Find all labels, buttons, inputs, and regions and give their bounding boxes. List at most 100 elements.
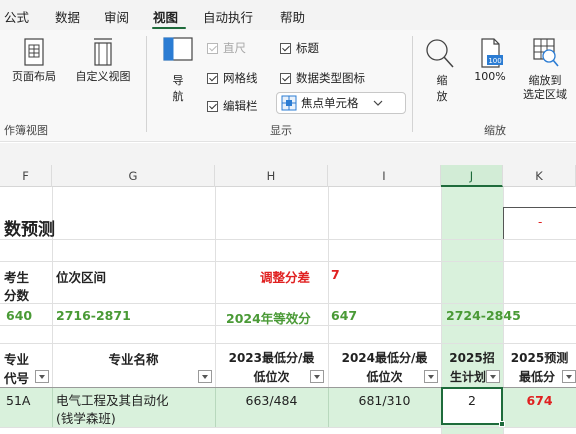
data-2025-pred: 674 xyxy=(526,393,553,408)
navigation-pane-icon xyxy=(163,37,193,61)
filter-dropdown-icon[interactable] xyxy=(35,370,49,383)
sheet-title: 数预测 xyxy=(4,220,55,240)
tab-help[interactable]: 帮助 xyxy=(280,7,305,26)
header-2025-pred-1: 2025预测 xyxy=(510,351,569,365)
focus-cell-dropdown[interactable]: 焦点单元格 xyxy=(276,92,406,114)
headings-checkbox[interactable]: 标题 xyxy=(280,40,319,56)
gridlines-check-icon xyxy=(207,72,218,84)
tab-data[interactable]: 数据 xyxy=(55,7,80,26)
data-2025-plan[interactable]: 2 xyxy=(441,393,503,408)
focus-cell-icon xyxy=(281,95,297,111)
header-2025-plan-1: 2025招 xyxy=(449,351,495,365)
navigation-label-1: 导 xyxy=(172,74,184,87)
gridlines-label: 网格线 xyxy=(223,71,258,85)
tab-automate[interactable]: 自动执行 xyxy=(203,7,253,26)
column-header-i[interactable]: I xyxy=(328,165,441,187)
show-group-label: 显示 xyxy=(270,124,292,137)
zoom-100-label: 100% xyxy=(474,70,506,83)
header-2025-pred-2: 最低分 xyxy=(518,370,555,384)
column-header-g[interactable]: G xyxy=(52,165,215,187)
zoom-to-selection-label-2: 选定区域 xyxy=(523,88,567,101)
equiv-score-label: 2024年等效分 xyxy=(226,311,311,326)
custom-view-button[interactable]: 自定义视图 xyxy=(66,36,140,84)
data-major-name-2: (钱学森班) xyxy=(56,411,116,426)
tab-formulas[interactable]: 公式 xyxy=(4,7,29,26)
formula-bar-checkbox[interactable]: 编辑栏 xyxy=(207,98,258,114)
data-2023-score: 663/484 xyxy=(245,393,298,408)
column-header-h[interactable]: H xyxy=(215,165,328,187)
workbook-views-group-label: 作簿视图 xyxy=(4,124,48,137)
exam-score-label-1: 考生 xyxy=(4,270,30,285)
j-rank-range-value: 2724-2845 xyxy=(446,308,521,323)
tab-review[interactable]: 审阅 xyxy=(104,7,129,26)
filter-dropdown-icon[interactable] xyxy=(562,370,576,383)
column-header-row: F G H I J K xyxy=(0,165,576,187)
header-major-code-2: 代号 xyxy=(4,371,30,386)
column-header-j[interactable]: J xyxy=(441,165,503,187)
zoom-100-button[interactable]: 100 100% xyxy=(468,36,512,84)
data-type-icons-checkbox[interactable]: 数据类型图标 xyxy=(280,70,365,86)
rank-range-label: 位次区间 xyxy=(56,270,107,285)
data-type-icons-check-icon xyxy=(280,72,291,84)
navigation-button[interactable] xyxy=(158,34,198,66)
magnifier-icon xyxy=(426,39,454,68)
zoom-100-icon: 100 xyxy=(481,38,503,68)
navigation-label-2: 航 xyxy=(172,90,184,103)
ruler-label: 直尺 xyxy=(223,41,246,55)
zoom-to-selection-label-1: 缩放到 xyxy=(528,74,562,87)
ribbon: 页面布局 自定义视图 作簿视图 导 航 直尺 网格线 编辑栏 标题 数据类型图标… xyxy=(0,30,576,142)
fill-handle[interactable] xyxy=(499,421,505,427)
spreadsheet-grid[interactable]: F G H I J K 数预测 - 考生 分数 位次区间 调整分差 7 640 … xyxy=(0,165,576,434)
zoom-label-1: 缩 xyxy=(436,74,448,87)
group-separator xyxy=(412,36,413,132)
adjust-value: 7 xyxy=(331,267,340,282)
tab-view[interactable]: 视图 xyxy=(153,7,178,26)
zoom-to-selection-button[interactable] xyxy=(516,36,574,70)
header-major-name: 专业名称 xyxy=(108,352,159,367)
rank-range-value: 2716-2871 xyxy=(56,308,131,323)
active-tab-indicator xyxy=(152,27,186,29)
header-major-code-1: 专业 xyxy=(4,352,30,367)
column-header-k[interactable]: K xyxy=(503,165,576,187)
column-header-f[interactable]: F xyxy=(0,165,52,187)
formula-bar-check-icon xyxy=(207,100,218,112)
gridlines-checkbox[interactable]: 网格线 xyxy=(207,70,258,86)
data-major-code: 51A xyxy=(6,393,31,408)
score-value: 640 xyxy=(6,308,33,323)
filter-dropdown-icon[interactable] xyxy=(424,370,438,383)
group-separator xyxy=(146,36,147,132)
header-2023-1: 2023最低分/最 xyxy=(228,351,315,365)
adjust-label: 调整分差 xyxy=(260,270,311,285)
gridline xyxy=(52,388,53,427)
filter-dropdown-icon[interactable] xyxy=(486,370,500,383)
equiv-score-value: 647 xyxy=(331,308,358,323)
data-2024-score: 681/310 xyxy=(358,393,411,408)
header-2024-1: 2024最低分/最 xyxy=(341,351,428,365)
headings-check-icon xyxy=(280,42,291,54)
zoom-to-selection-icon xyxy=(533,38,559,67)
svg-text:100: 100 xyxy=(488,57,501,65)
gridline xyxy=(0,261,576,262)
headings-label: 标题 xyxy=(296,41,319,55)
data-major-name-1: 电气工程及其自动化 xyxy=(56,393,169,408)
formula-bar-area xyxy=(0,143,576,165)
next-table-row xyxy=(0,428,441,434)
exam-score-label-2: 分数 xyxy=(4,288,30,303)
zoom-button[interactable] xyxy=(420,36,460,72)
formula-bar-label: 编辑栏 xyxy=(223,99,258,113)
filter-dropdown-icon[interactable] xyxy=(310,370,324,383)
ruler-check-icon xyxy=(207,42,218,54)
focus-cell-label: 焦点单元格 xyxy=(301,96,359,110)
custom-view-icon xyxy=(94,38,112,66)
data-type-icons-label: 数据类型图标 xyxy=(296,71,365,85)
gridline xyxy=(0,239,576,240)
custom-view-label: 自定义视图 xyxy=(75,70,131,83)
menu-bar: 公式 数据 审阅 视图 自动执行 帮助 xyxy=(0,0,576,30)
k-dash: - xyxy=(538,215,543,229)
ruler-checkbox[interactable]: 直尺 xyxy=(207,40,246,56)
page-layout-label: 页面布局 xyxy=(12,70,56,83)
chevron-down-icon xyxy=(373,100,382,106)
filter-dropdown-icon[interactable] xyxy=(198,370,212,383)
zoom-group-label: 缩放 xyxy=(484,124,506,137)
page-layout-button[interactable]: 页面布局 xyxy=(6,36,62,84)
